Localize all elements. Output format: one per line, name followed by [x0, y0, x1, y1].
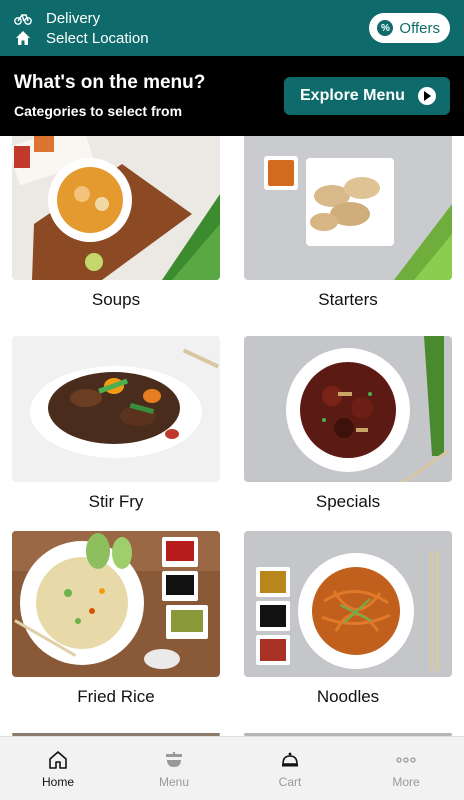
delivery-row[interactable]: Delivery [14, 9, 100, 27]
category-card-noodles[interactable]: Noodles [244, 531, 452, 707]
explore-menu-label: Explore Menu [300, 87, 405, 104]
nav-menu[interactable]: Menu [116, 737, 232, 800]
category-card-starters[interactable]: Starters [244, 136, 452, 310]
category-card-stir-fry[interactable]: Stir Fry [12, 336, 220, 512]
nav-label: Menu [158, 774, 190, 789]
offers-label: Offers [399, 19, 440, 37]
more-icon [395, 749, 417, 771]
starters-image [244, 136, 452, 280]
location-row[interactable]: Select Location [14, 29, 149, 47]
explore-menu-button[interactable]: Explore Menu [284, 77, 450, 115]
offers-button[interactable]: % Offers [369, 13, 450, 43]
nav-home[interactable]: Home [0, 737, 116, 800]
fried-rice-image [12, 531, 220, 677]
noodles-image [244, 531, 452, 677]
nav-label: More [392, 774, 420, 789]
offer-badge-icon: % [377, 20, 394, 36]
category-label: Fried Rice [77, 687, 155, 706]
arrow-right-icon [418, 87, 436, 105]
category-label: Soups [91, 290, 141, 309]
location-label: Select Location [46, 29, 149, 47]
category-label: Noodles [316, 687, 380, 706]
category-card-fried-rice[interactable]: Fried Rice [12, 531, 220, 707]
cart-icon [279, 749, 301, 771]
nav-label: Home [41, 774, 74, 789]
stir-fry-image [12, 336, 220, 482]
category-card-soups[interactable]: Soups [12, 136, 220, 310]
banner-title: What's on the menu? [14, 72, 206, 93]
category-grid: Soups Starters Stir Fry Specials Fried R… [0, 136, 464, 736]
home-icon [47, 749, 69, 771]
soups-image [12, 136, 220, 280]
category-card-specials[interactable]: Specials [244, 336, 452, 512]
top-bar: Delivery Select Location % Offers [0, 0, 464, 56]
category-label: Stir Fry [88, 492, 144, 511]
category-label: Starters [318, 290, 378, 309]
nav-more[interactable]: More [348, 737, 464, 800]
home-location-icon [14, 29, 32, 47]
nav-label: Cart [278, 774, 302, 789]
menu-icon [163, 749, 185, 771]
bottom-navigation: Home Menu Cart More [0, 736, 464, 800]
bicycle-icon [14, 9, 32, 27]
nav-cart[interactable]: Cart [232, 737, 348, 800]
banner-subtitle: Categories to select from [14, 103, 183, 119]
delivery-label: Delivery [46, 9, 101, 27]
category-label: Specials [315, 492, 381, 511]
specials-image [244, 336, 452, 482]
